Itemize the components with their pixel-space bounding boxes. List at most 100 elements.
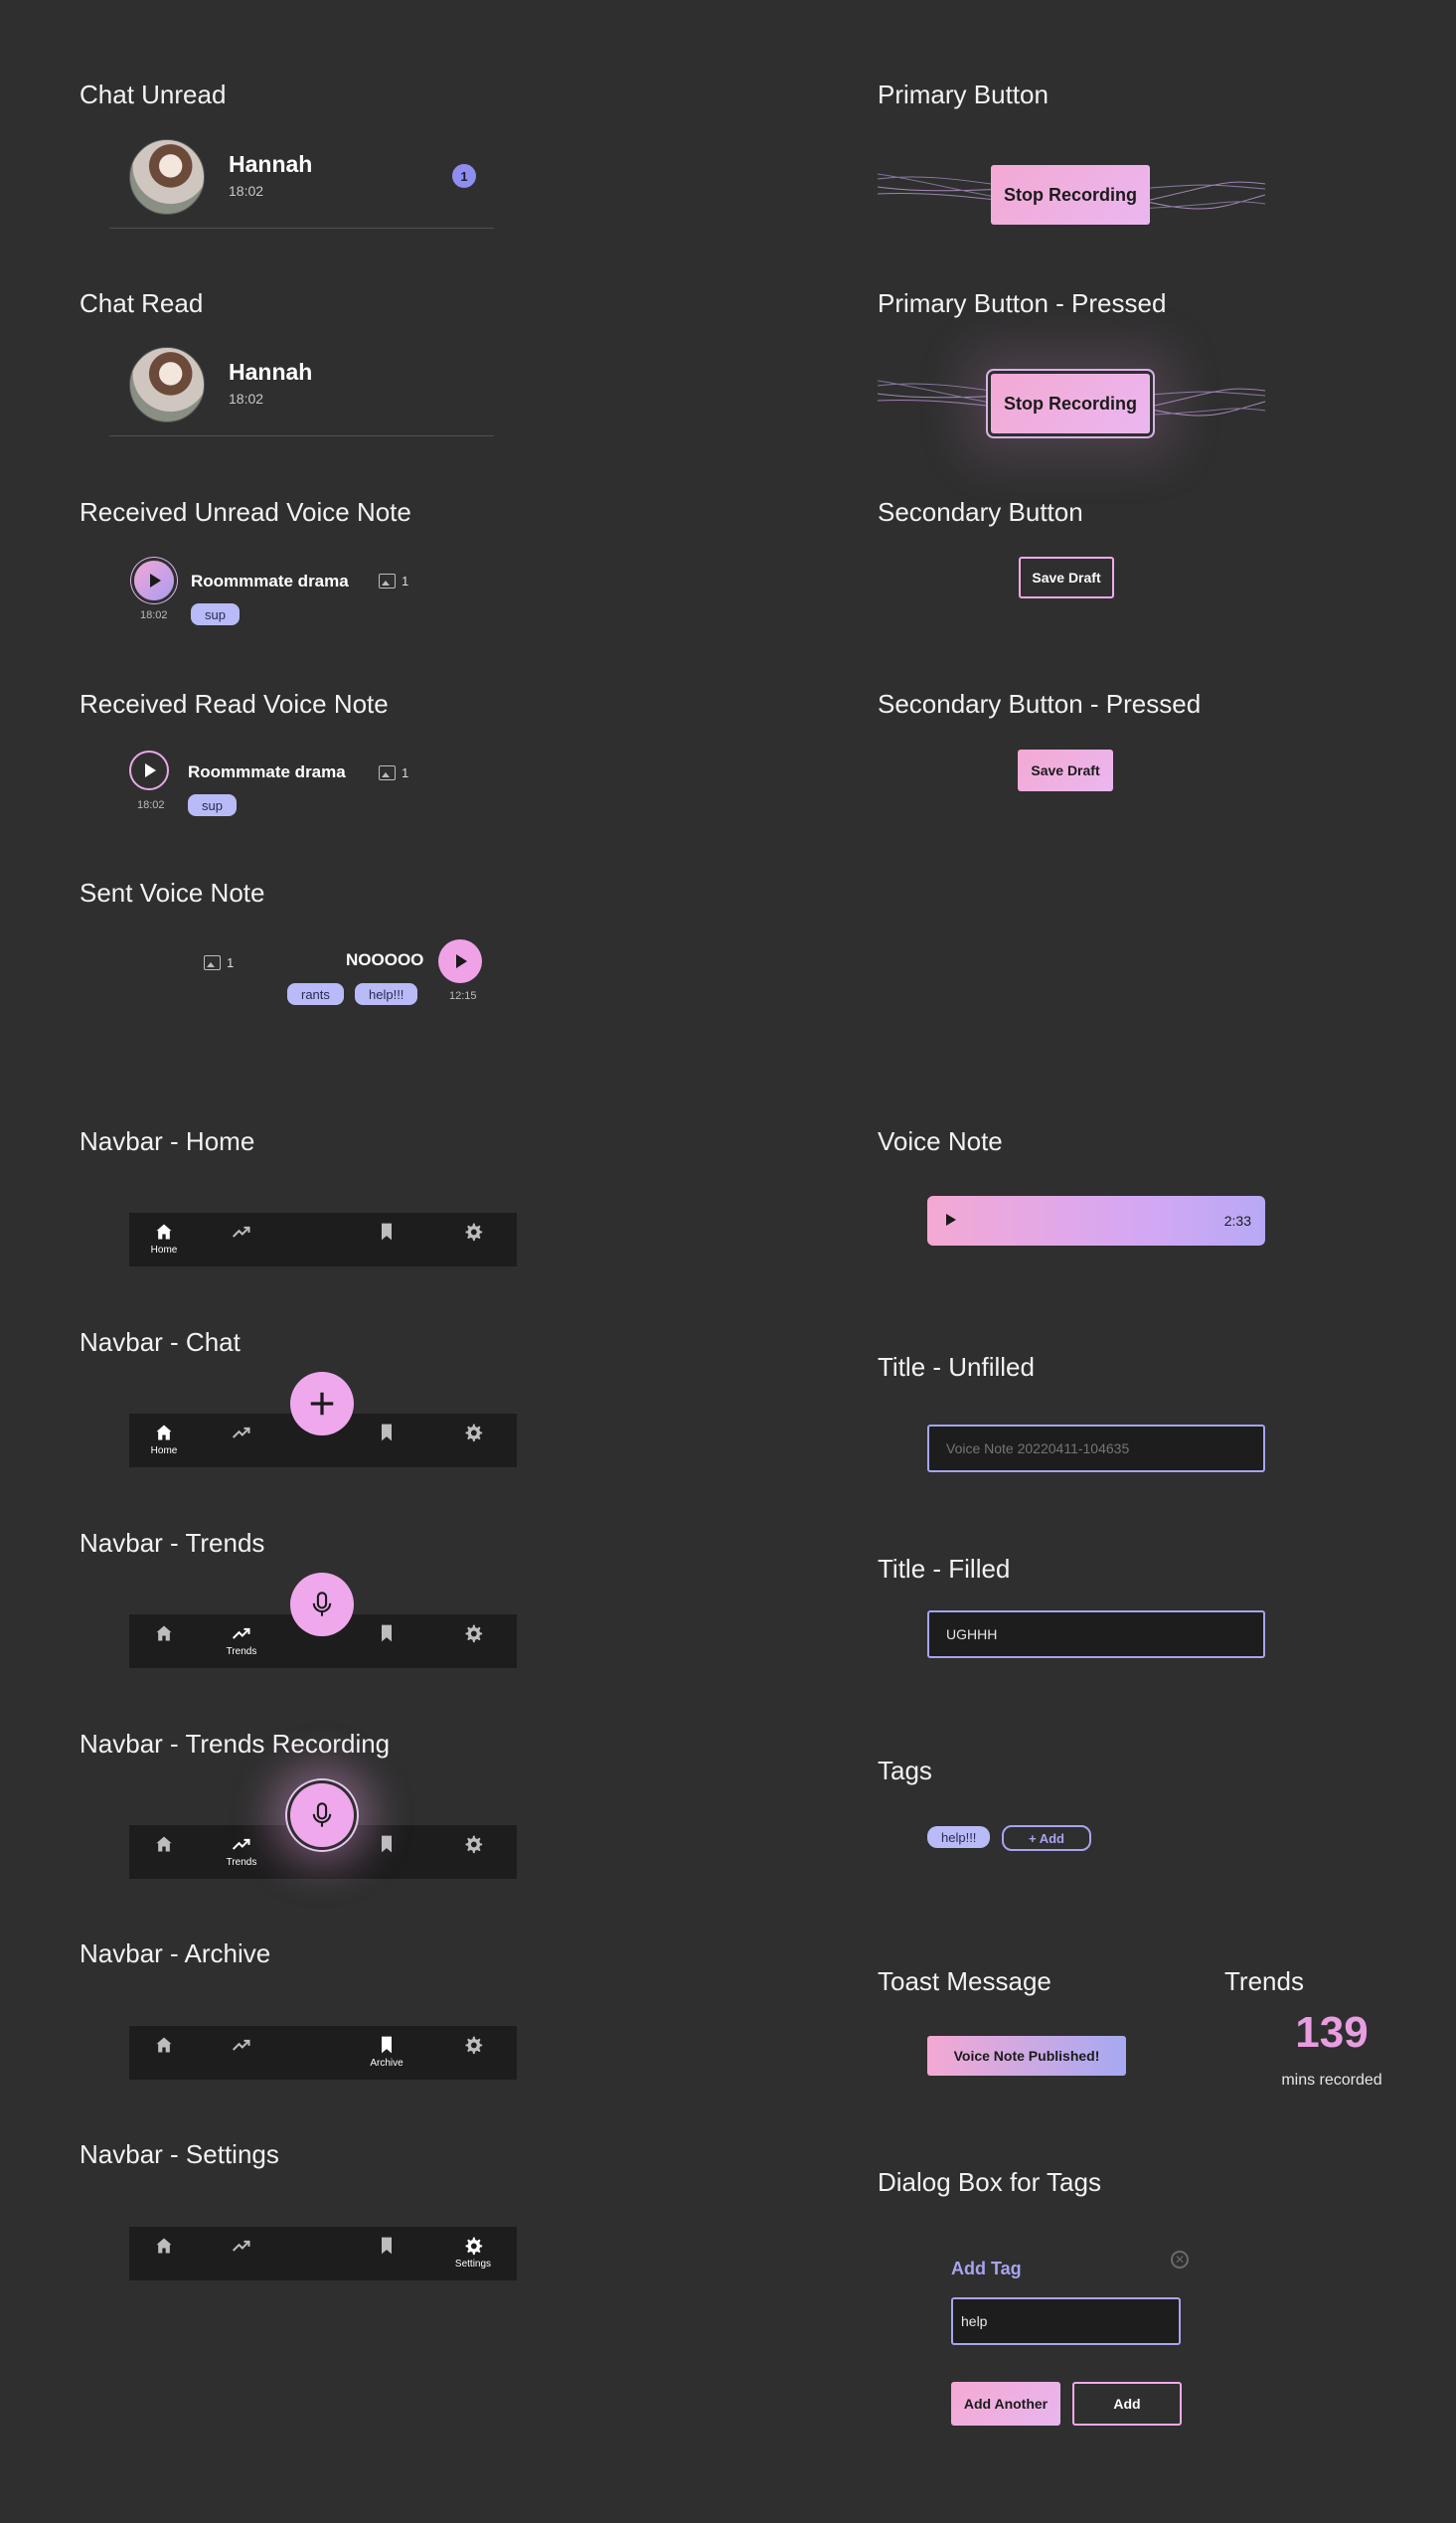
nav-trends[interactable]: Trends <box>212 1825 271 1879</box>
title-input-unfilled[interactable] <box>927 1425 1265 1472</box>
gear-icon <box>463 2236 483 2256</box>
nav-home[interactable] <box>134 1614 194 1668</box>
gear-icon <box>463 1222 483 1242</box>
nav-settings[interactable] <box>443 2026 503 2080</box>
voice-note-title: Roommmate drama <box>191 572 349 590</box>
section-title-received-unread-voice-note: Received Unread Voice Note <box>80 497 411 527</box>
voice-note-title: NOOOOO <box>346 950 424 969</box>
toast: Voice Note Published! <box>927 2036 1126 2076</box>
play-icon <box>150 574 161 588</box>
chat-row-read[interactable]: Hannah 18:02 <box>109 345 497 436</box>
nav-home[interactable] <box>134 1825 194 1879</box>
trends-label: mins recorded <box>1281 2072 1382 2089</box>
nav-trends[interactable]: Trends <box>212 1614 271 1668</box>
trends-value: 139 <box>1295 2008 1369 2057</box>
section-title-navbar-trends-recording: Navbar - Trends Recording <box>80 1729 391 1759</box>
nav-archive[interactable] <box>357 1825 416 1879</box>
section-title-navbar-archive: Navbar - Archive <box>80 1938 271 1968</box>
voice-note-duration: 2:33 <box>1223 1213 1251 1229</box>
nav-archive[interactable] <box>357 1213 416 1266</box>
nav-archive[interactable]: Archive <box>357 2026 416 2080</box>
nav-home[interactable] <box>134 2026 194 2080</box>
tag-chip[interactable]: sup <box>191 603 240 625</box>
title-input-filled[interactable] <box>927 1610 1265 1658</box>
save-draft-button-pressed[interactable]: Save Draft <box>1018 750 1113 791</box>
section-title-title-unfilled: Title - Unfilled <box>878 1352 1035 1382</box>
nav-trends[interactable] <box>212 2026 271 2080</box>
image-icon <box>379 765 396 780</box>
chat-time: 18:02 <box>229 391 264 407</box>
home-icon <box>154 2236 174 2256</box>
nav-settings[interactable] <box>443 1414 503 1467</box>
voice-note-title: Roommmate drama <box>188 762 346 781</box>
trend-icon <box>232 2035 251 2055</box>
image-icon <box>204 955 221 970</box>
nav-settings[interactable] <box>443 1614 503 1668</box>
image-icon <box>379 574 396 589</box>
section-title-dialog-box: Dialog Box for Tags <box>878 2167 1101 2197</box>
play-button[interactable] <box>134 561 174 600</box>
chat-name: Hannah <box>229 359 313 385</box>
trend-icon <box>232 1623 251 1643</box>
tag-chip[interactable]: rants <box>287 983 344 1005</box>
voice-note-time: 12:15 <box>449 990 477 1002</box>
gear-icon <box>463 2035 483 2055</box>
record-fab[interactable] <box>290 1573 354 1636</box>
divider <box>109 435 494 436</box>
stop-recording-button[interactable]: Stop Recording <box>991 165 1150 225</box>
nav-settings[interactable]: Settings <box>443 2227 503 2280</box>
voice-note-player[interactable]: 2:33 <box>927 1196 1265 1246</box>
trend-icon <box>232 1834 251 1854</box>
play-icon <box>456 954 467 968</box>
nav-home[interactable]: Home <box>134 1414 194 1467</box>
chat-name: Hannah <box>229 151 313 177</box>
tag-chip[interactable]: help!!! <box>927 1826 991 1848</box>
close-icon[interactable]: ✕ <box>1171 2251 1189 2269</box>
tag-chip[interactable]: help!!! <box>355 983 418 1005</box>
chat-row-unread[interactable]: Hannah 18:02 1 <box>109 137 497 229</box>
play-button[interactable] <box>438 939 482 983</box>
add-fab[interactable] <box>290 1372 354 1435</box>
tag-input[interactable] <box>951 2297 1181 2345</box>
nav-trends[interactable] <box>212 2227 271 2280</box>
nav-settings[interactable] <box>443 1213 503 1266</box>
unread-badge: 1 <box>452 164 476 188</box>
nav-archive[interactable] <box>357 1414 416 1467</box>
stop-recording-button-pressed[interactable]: Stop Recording <box>991 374 1150 433</box>
nav-trends[interactable] <box>212 1213 271 1266</box>
section-title-primary-button: Primary Button <box>878 80 1049 109</box>
play-icon[interactable] <box>946 1214 956 1226</box>
home-icon <box>154 1423 174 1442</box>
play-button[interactable] <box>129 751 169 790</box>
section-title-secondary-button-pressed: Secondary Button - Pressed <box>878 689 1202 719</box>
section-title-chat-read: Chat Read <box>80 288 204 318</box>
nav-home[interactable] <box>134 2227 194 2280</box>
home-icon <box>154 1834 174 1854</box>
gear-icon <box>463 1423 483 1442</box>
record-fab-recording[interactable] <box>290 1783 354 1847</box>
add-tag-button[interactable]: + Add <box>1002 1825 1091 1851</box>
add-another-button[interactable]: Add Another <box>951 2382 1060 2426</box>
section-title-received-read-voice-note: Received Read Voice Note <box>80 689 389 719</box>
nav-archive[interactable] <box>357 2227 416 2280</box>
bookmark-icon <box>377 1623 397 1643</box>
add-tag-dialog: Add Tag ✕ Add Another Add <box>944 2245 1203 2434</box>
tag-chip[interactable]: sup <box>188 794 237 816</box>
chat-time: 18:02 <box>229 183 264 199</box>
trend-icon <box>232 1423 251 1442</box>
section-title-tags: Tags <box>878 1756 932 1785</box>
section-title-navbar-settings: Navbar - Settings <box>80 2139 279 2169</box>
avatar <box>129 139 205 215</box>
gear-icon <box>463 1834 483 1854</box>
add-button[interactable]: Add <box>1072 2382 1182 2426</box>
image-count: 1 <box>379 574 408 589</box>
save-draft-button[interactable]: Save Draft <box>1019 557 1114 598</box>
nav-home[interactable]: Home <box>134 1213 194 1266</box>
nav-trends[interactable] <box>212 1414 271 1467</box>
nav-settings[interactable] <box>443 1825 503 1879</box>
section-title-chat-unread: Chat Unread <box>80 80 227 109</box>
nav-archive[interactable] <box>357 1614 416 1668</box>
trend-icon <box>232 2236 251 2256</box>
navbar: Archive <box>129 2026 517 2080</box>
plus-icon <box>307 1389 337 1419</box>
